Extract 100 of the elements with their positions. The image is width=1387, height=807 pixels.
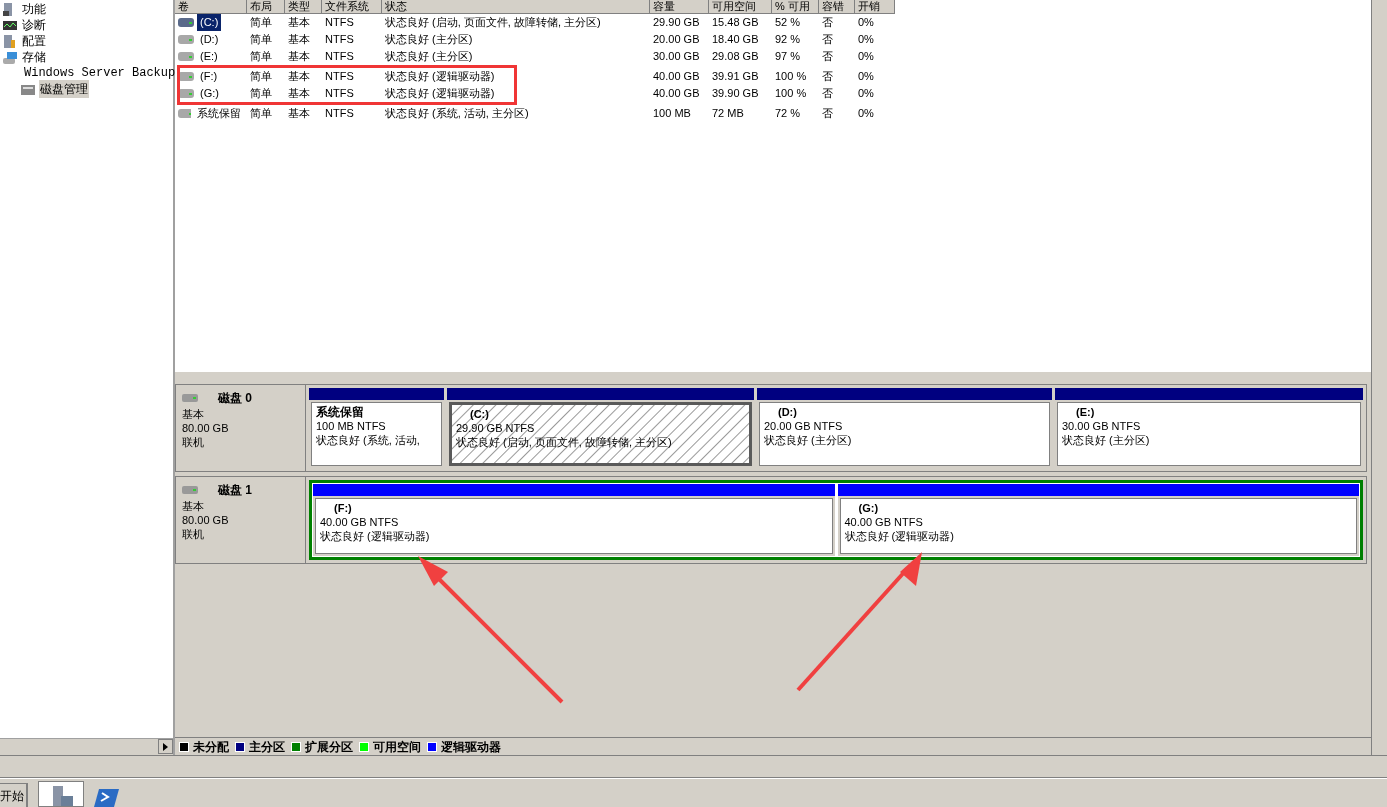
tree-item[interactable]: 配置 <box>21 32 47 50</box>
column-header[interactable]: 开销 <box>855 0 895 14</box>
partition-status: 状态良好 (系统, 活动, <box>316 433 421 447</box>
partition-size: 29.90 GB NTFS <box>456 421 536 435</box>
table-cell-text: 72 % <box>774 106 802 122</box>
column-header[interactable]: 类型 <box>285 0 322 14</box>
partition-label: (F:) <box>333 501 353 515</box>
disk-name: 磁盘 1 <box>218 482 252 499</box>
partition[interactable]: (D:) 20.00 GB NTFS 状态良好 (主分区) <box>759 402 1050 466</box>
drive-icon <box>178 52 194 61</box>
table-cell-text: 52 % <box>774 15 802 31</box>
partition[interactable]: 系统保留 100 MB NTFS 状态良好 (系统, 活动, <box>311 402 442 466</box>
table-cell-text: 0% <box>857 32 875 48</box>
table-cell-text: NTFS <box>324 69 355 85</box>
table-cell-text: 40.00 GB <box>652 69 701 85</box>
drive-icon <box>178 72 194 81</box>
tree-item[interactable]: 磁盘管理 <box>39 80 89 98</box>
table-cell-text: 状态良好 (逻辑驱动器) <box>384 69 496 85</box>
table-cell-text: 否 <box>821 32 834 48</box>
tree-item[interactable]: 功能 <box>21 0 47 18</box>
table-cell-text: 基本 <box>287 32 311 48</box>
partition-size: 30.00 GB NTFS <box>1062 419 1142 433</box>
partition-label: (D:) <box>777 405 798 419</box>
column-header[interactable]: 状态 <box>382 0 650 14</box>
table-cell-text: 72 MB <box>711 106 745 122</box>
table-cell-text: 状态良好 (启动, 页面文件, 故障转储, 主分区) <box>384 15 602 31</box>
column-header[interactable]: 文件系统 <box>322 0 382 14</box>
tree-item[interactable]: Windows Server Backup <box>23 64 177 82</box>
column-header[interactable]: 布局 <box>247 0 285 14</box>
partition[interactable]: (E:) 30.00 GB NTFS 状态良好 (主分区) <box>1057 402 1361 466</box>
table-cell-text: 18.40 GB <box>711 32 760 48</box>
disk-status: 联机 <box>182 527 205 541</box>
table-cell-text: NTFS <box>324 86 355 102</box>
partition-label: (E:) <box>1075 405 1096 419</box>
table-cell-text: 39.90 GB <box>711 86 760 102</box>
table-cell-text: 100 MB <box>652 106 692 122</box>
table-cell-text: 否 <box>821 69 834 85</box>
volume-name[interactable]: (E:) <box>197 48 221 65</box>
partition-size: 40.00 GB NTFS <box>320 515 400 529</box>
legend-label: 逻辑驱动器 <box>441 738 501 756</box>
column-header[interactable]: 可用空间 <box>709 0 772 14</box>
table-cell-text: 30.00 GB <box>652 49 701 65</box>
table-cell-text: 否 <box>821 106 834 122</box>
drive-icon <box>178 18 194 27</box>
table-cell-text: 简单 <box>249 49 273 65</box>
legend-label: 未分配 <box>193 738 229 756</box>
table-cell-text: 基本 <box>287 15 311 31</box>
table-cell-text: 简单 <box>249 69 273 85</box>
table-cell-text: 97 % <box>774 49 802 65</box>
table-cell-text: 100 % <box>774 69 808 85</box>
legend-label: 主分区 <box>249 738 285 756</box>
column-header[interactable]: 卷 <box>175 0 247 14</box>
table-cell-text: 0% <box>857 86 875 102</box>
column-header[interactable]: 容错 <box>819 0 855 14</box>
table-cell-text: 基本 <box>287 49 311 65</box>
partition-status: 状态良好 (主分区) <box>764 433 853 447</box>
table-cell-text: 状态良好 (系统, 活动, 主分区) <box>384 106 530 122</box>
table-cell-text: 29.08 GB <box>711 49 760 65</box>
drive-icon <box>178 35 194 44</box>
volume-name[interactable]: (C:) <box>197 14 222 31</box>
table-cell-text: 15.48 GB <box>711 15 760 31</box>
partition[interactable]: (C:) 29.90 GB NTFS 状态良好 (启动, 页面文件, 故障转储, 主分区) <box>449 402 752 466</box>
volume-name[interactable]: (G:) <box>197 85 222 102</box>
table-cell-text: 状态良好 (主分区) <box>384 32 474 48</box>
partition-size: 20.00 GB NTFS <box>764 419 844 433</box>
column-header[interactable]: 容量 <box>650 0 709 14</box>
partition-size: 40.00 GB NTFS <box>844 515 924 529</box>
table-cell-text: 基本 <box>287 86 311 102</box>
disk-type: 基本 <box>182 407 205 421</box>
legend-label: 可用空间 <box>373 738 421 756</box>
table-cell-text: 否 <box>821 86 834 102</box>
partition-status: 状态良好 (启动, 页面文件, 故障转储, 主分区) <box>456 435 673 449</box>
table-cell-text: 否 <box>821 49 834 65</box>
disk-status: 联机 <box>182 435 205 449</box>
table-cell-text: 0% <box>857 49 875 65</box>
column-header[interactable]: % 可用 <box>772 0 819 14</box>
partition-size: 100 MB NTFS <box>316 419 387 433</box>
legend-label: 扩展分区 <box>305 738 353 756</box>
table-cell-text: NTFS <box>324 49 355 65</box>
start-button[interactable]: 开始 <box>0 783 28 807</box>
volume-name[interactable]: (F:) <box>197 68 221 85</box>
table-cell-text: 0% <box>857 69 875 85</box>
table-cell-text: 0% <box>857 15 875 31</box>
table-cell-text: 状态良好 (主分区) <box>384 49 474 65</box>
volume-name[interactable]: 系统保留 <box>194 105 244 122</box>
table-cell-text: 92 % <box>774 32 802 48</box>
drive-icon <box>178 89 194 98</box>
partition[interactable]: (F:) 40.00 GB NTFS 状态良好 (逻辑驱动器) <box>315 498 833 554</box>
volume-name[interactable]: (D:) <box>197 31 222 48</box>
scroll-right-button[interactable] <box>158 739 173 754</box>
partition-label: (C:) <box>469 407 490 421</box>
server-manager-icon[interactable] <box>38 781 84 807</box>
table-cell-text: NTFS <box>324 106 355 122</box>
table-cell-text: 20.00 GB <box>652 32 701 48</box>
tree-item[interactable]: 存储 <box>21 48 47 66</box>
table-cell-text: 简单 <box>249 86 273 102</box>
tree-item[interactable]: 诊断 <box>21 16 47 34</box>
partition[interactable]: (G:) 40.00 GB NTFS 状态良好 (逻辑驱动器) <box>839 498 1357 554</box>
partition-label: 系统保留 <box>316 405 365 419</box>
table-cell-text: 否 <box>821 15 834 31</box>
